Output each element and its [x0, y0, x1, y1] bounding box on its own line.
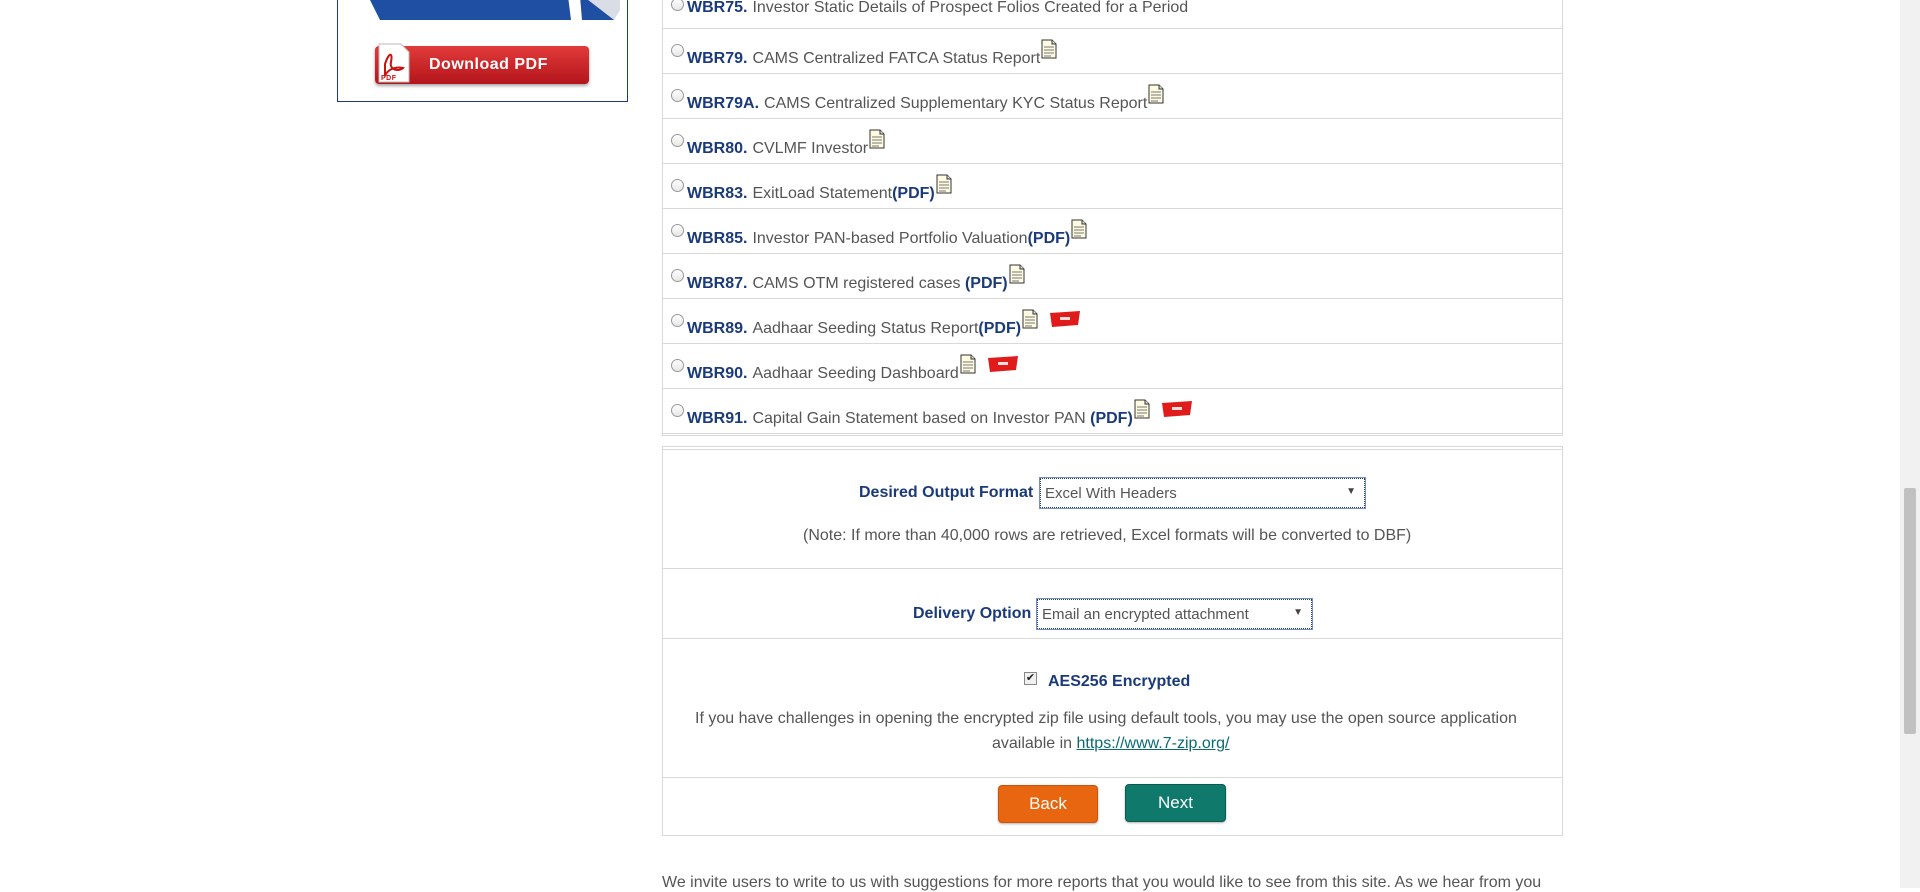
encryption-help-prefix: available in	[992, 735, 1077, 752]
report-name: CAMS OTM registered cases	[752, 275, 965, 292]
document-icon[interactable]	[960, 354, 976, 374]
report-code: WBR75.	[687, 0, 748, 16]
report-text: WBR83. ExitLoad Statement(PDF)	[687, 174, 952, 203]
new-badge-icon	[1050, 311, 1081, 327]
document-icon[interactable]	[936, 174, 952, 194]
document-icon[interactable]	[1022, 309, 1038, 329]
report-pdf-link[interactable]: (PDF)	[965, 275, 1008, 292]
report-name: Capital Gain Statement based on Investor…	[752, 410, 1091, 427]
document-icon[interactable]	[1148, 84, 1164, 104]
report-row[interactable]: WBR85. Investor PAN-based Portfolio Valua…	[663, 210, 1562, 254]
report-pdf-link[interactable]: (PDF)	[978, 320, 1021, 337]
report-code: WBR85.	[687, 230, 748, 247]
download-pdf-label: Download PDF	[429, 56, 548, 73]
document-icon[interactable]	[1071, 219, 1087, 239]
report-row[interactable]: WBR87. CAMS OTM registered cases (PDF)	[663, 255, 1562, 299]
output-format-select[interactable]: Excel With Headers ▼	[1039, 477, 1366, 509]
aes256-checkbox[interactable]: ✔	[1024, 672, 1037, 685]
report-row[interactable]: WBR83. ExitLoad Statement(PDF)	[663, 165, 1562, 209]
report-text: WBR91. Capital Gain Statement based on In…	[687, 399, 1192, 428]
report-text: WBR89. Aadhaar Seeding Status Report(PDF)	[687, 309, 1081, 338]
report-text: WBR79. CAMS Centralized FATCA Status Repo…	[687, 39, 1057, 68]
divider	[663, 777, 1562, 778]
report-radio[interactable]	[671, 224, 684, 237]
report-pdf-link[interactable]: (PDF)	[1028, 230, 1071, 247]
report-row[interactable]: WBR91. Capital Gain Statement based on In…	[663, 390, 1562, 434]
new-badge-icon	[1161, 401, 1192, 417]
report-list: WBR75. Investor Static Details of Prospec…	[662, 0, 1563, 436]
dropdown-arrow-icon: ▼	[1346, 486, 1356, 497]
download-panel: PDF Download PDF	[337, 0, 628, 102]
report-row[interactable]: WBR90. Aadhaar Seeding Dashboard	[663, 345, 1562, 389]
new-badge-icon	[987, 356, 1018, 372]
report-name: ExitLoad Statement	[752, 185, 893, 202]
report-radio[interactable]	[671, 404, 684, 417]
report-row[interactable]: WBR89. Aadhaar Seeding Status Report(PDF)	[663, 300, 1562, 344]
next-button[interactable]: Next	[1125, 784, 1226, 822]
report-code: WBR80.	[687, 140, 748, 157]
divider	[663, 568, 1562, 569]
dropdown-arrow-icon: ▼	[1293, 607, 1303, 618]
report-name: CVLMF Investor	[752, 140, 869, 157]
book-cover-image	[370, 0, 620, 20]
report-code: WBR87.	[687, 275, 748, 292]
delivery-option-selected: Email an encrypted attachment	[1042, 606, 1249, 623]
report-code: WBR83.	[687, 185, 748, 202]
report-row[interactable]: WBR75. Investor Static Details of Prospec…	[663, 0, 1562, 29]
encryption-help-text: If you have challenges in opening the en…	[695, 710, 1517, 727]
document-icon[interactable]	[1134, 399, 1150, 419]
report-text: WBR87. CAMS OTM registered cases (PDF)	[687, 264, 1025, 293]
report-name: Aadhaar Seeding Status Report	[752, 320, 979, 337]
pdf-badge-text: PDF	[381, 75, 397, 82]
report-code: WBR89.	[687, 320, 748, 337]
download-pdf-button[interactable]: PDF Download PDF	[375, 43, 589, 84]
report-row[interactable]: WBR79A. CAMS Centralized Supplementary KY…	[663, 75, 1562, 119]
pdf-file-icon: PDF	[378, 43, 410, 83]
report-code: WBR90.	[687, 365, 748, 382]
report-row[interactable]: WBR80. CVLMF Investor	[663, 120, 1562, 164]
report-name: CAMS Centralized Supplementary KYC Statu…	[764, 95, 1148, 112]
report-pdf-link[interactable]: (PDF)	[1090, 410, 1133, 427]
report-radio[interactable]	[671, 314, 684, 327]
report-name: CAMS Centralized FATCA Status Report	[752, 50, 1041, 67]
report-radio[interactable]	[671, 89, 684, 102]
document-icon[interactable]	[1041, 39, 1057, 59]
output-format-label: Desired Output Format	[859, 484, 1034, 501]
report-radio[interactable]	[671, 134, 684, 147]
report-radio[interactable]	[671, 269, 684, 282]
output-format-selected: Excel With Headers	[1045, 485, 1177, 502]
report-text: WBR79A. CAMS Centralized Supplementary KY…	[687, 84, 1164, 113]
report-options-panel: Desired Output Format Excel With Headers…	[662, 446, 1563, 836]
document-icon[interactable]	[1009, 264, 1025, 284]
document-icon[interactable]	[869, 129, 885, 149]
report-code: WBR79.	[687, 50, 748, 67]
footer-invite-text: We invite users to write to us with sugg…	[662, 874, 1542, 891]
7zip-link[interactable]: https://www.7-zip.org/	[1077, 735, 1230, 752]
delivery-option-label: Delivery Option	[913, 605, 1032, 622]
aes256-label: AES256 Encrypted	[1048, 673, 1191, 690]
divider	[663, 449, 1562, 450]
report-name: Investor PAN-based Portfolio Valuation	[752, 230, 1028, 247]
divider	[663, 638, 1562, 639]
output-format-note: (Note: If more than 40,000 rows are retr…	[803, 527, 1412, 544]
report-radio[interactable]	[671, 0, 684, 11]
report-text: WBR80. CVLMF Investor	[687, 129, 885, 158]
report-radio[interactable]	[671, 179, 684, 192]
page-scrollbar[interactable]	[1900, 0, 1920, 888]
back-button[interactable]: Back	[998, 785, 1098, 823]
report-name: Aadhaar Seeding Dashboard	[752, 365, 959, 382]
report-code: WBR91.	[687, 410, 748, 427]
encryption-help-text-line2: available in https://www.7-zip.org/	[992, 735, 1229, 753]
scrollbar-thumb[interactable]	[1904, 488, 1916, 734]
report-radio[interactable]	[671, 44, 684, 57]
report-radio[interactable]	[671, 359, 684, 372]
report-text: WBR90. Aadhaar Seeding Dashboard	[687, 354, 1018, 383]
report-row[interactable]: WBR79. CAMS Centralized FATCA Status Repo…	[663, 30, 1562, 74]
report-name: Investor Static Details of Prospect Foli…	[752, 0, 1189, 16]
report-text: WBR75. Investor Static Details of Prospec…	[687, 0, 1188, 17]
delivery-option-select[interactable]: Email an encrypted attachment ▼	[1036, 598, 1313, 630]
report-pdf-link[interactable]: (PDF)	[892, 185, 935, 202]
report-code: WBR79A.	[687, 95, 760, 112]
report-text: WBR85. Investor PAN-based Portfolio Valua…	[687, 219, 1087, 248]
